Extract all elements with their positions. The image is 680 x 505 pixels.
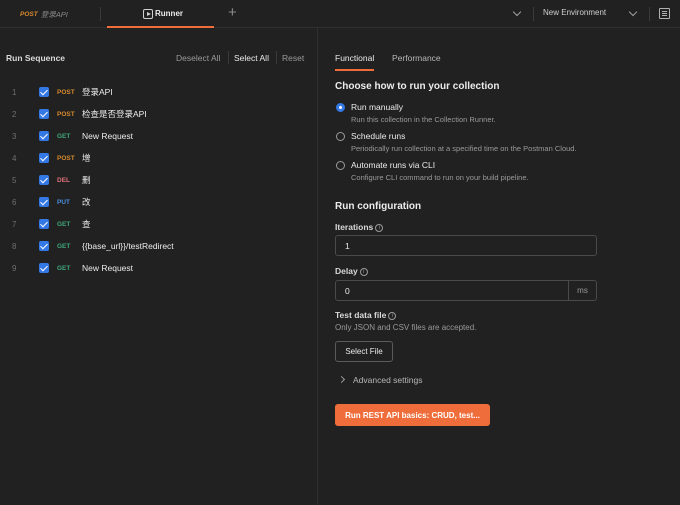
request-name: 检查是否登录API <box>82 109 147 119</box>
request-checkbox[interactable] <box>39 175 49 185</box>
request-name: New Request <box>82 131 134 141</box>
row-number: 8 <box>12 241 17 251</box>
iterations-label: Iterations i <box>335 222 384 232</box>
row-number: 4 <box>12 153 17 163</box>
info-icon[interactable]: i <box>359 267 368 276</box>
chevron-right-icon <box>337 375 346 384</box>
request-method: POST <box>57 110 75 118</box>
request-name: 查 <box>82 219 91 229</box>
request-method: GET <box>57 264 71 272</box>
request-row[interactable]: 2 POST 检查是否登录API <box>0 103 318 125</box>
request-method: POST <box>57 154 75 162</box>
row-number: 1 <box>12 87 17 97</box>
plus-icon[interactable]: + <box>228 4 237 22</box>
info-icon[interactable]: i <box>388 311 397 320</box>
request-checkbox[interactable] <box>39 219 49 229</box>
request-checkbox[interactable] <box>39 153 49 163</box>
request-method: GET <box>57 242 71 250</box>
request-row[interactable]: 6 PUT 改 <box>0 191 318 213</box>
run-configuration-heading: Run configuration <box>335 201 422 212</box>
row-number: 9 <box>12 263 17 273</box>
divider <box>276 51 277 64</box>
tab-title: 登录API <box>40 9 68 19</box>
request-checkbox[interactable] <box>39 241 49 251</box>
select-file-button[interactable]: Select File <box>335 341 393 362</box>
row-number: 3 <box>12 131 17 141</box>
run-sequence-panel: Run Sequence Deselect All Select All Res… <box>0 28 318 505</box>
schedule-runs-desc: Periodically run collection at a specifi… <box>351 144 577 153</box>
automate-cli-radio[interactable] <box>336 161 345 170</box>
tab-runner[interactable]: Runner <box>107 0 214 28</box>
tab-divider <box>100 7 101 21</box>
divider <box>649 7 650 21</box>
request-checkbox[interactable] <box>39 131 49 141</box>
request-row[interactable]: 3 GET New Request <box>0 125 318 147</box>
tab-login-api[interactable]: POST 登录API <box>0 0 100 28</box>
run-mode-heading: Choose how to run your collection <box>335 81 500 92</box>
delay-unit: ms <box>568 281 596 300</box>
request-row[interactable]: 7 GET 查 <box>0 213 318 235</box>
request-row[interactable]: 5 DEL 删 <box>0 169 318 191</box>
test-data-hint: Only JSON and CSV files are accepted. <box>335 323 477 332</box>
run-sequence-title: Run Sequence <box>6 53 66 63</box>
request-checkbox[interactable] <box>39 197 49 207</box>
iterations-input[interactable]: 1 <box>335 235 597 256</box>
run-manually-label[interactable]: Run manually <box>351 102 403 112</box>
request-method: PUT <box>57 198 70 206</box>
request-row[interactable]: 4 POST 增 <box>0 147 318 169</box>
environment-chevron-down-icon[interactable] <box>628 7 638 17</box>
request-checkbox[interactable] <box>39 87 49 97</box>
request-checkbox[interactable] <box>39 109 49 119</box>
runner-icon <box>143 9 153 19</box>
info-icon[interactable]: i <box>375 223 384 232</box>
automate-cli-desc: Configure CLI command to run on your bui… <box>351 173 529 182</box>
environment-quick-look-icon[interactable] <box>659 8 670 19</box>
request-name: 改 <box>82 197 91 207</box>
row-number: 7 <box>12 219 17 229</box>
tab-runner-label: Runner <box>155 8 183 18</box>
run-settings-panel: Functional Performance Choose how to run… <box>319 28 680 505</box>
run-manually-desc: Run this collection in the Collection Ru… <box>351 115 496 124</box>
request-method: POST <box>57 88 75 96</box>
deselect-all-button[interactable]: Deselect All <box>176 53 220 63</box>
chevron-down-icon[interactable] <box>512 7 522 17</box>
request-row[interactable]: 9 GET New Request <box>0 257 318 279</box>
schedule-runs-radio[interactable] <box>336 132 345 141</box>
request-name: {{base_url}}/testRedirect <box>82 241 174 251</box>
delay-input[interactable]: 0 ms <box>335 280 597 301</box>
automate-cli-label[interactable]: Automate runs via CLI <box>351 160 435 170</box>
advanced-settings-toggle[interactable]: Advanced settings <box>337 375 422 385</box>
request-row[interactable]: 8 GET {{base_url}}/testRedirect <box>0 235 318 257</box>
tab-bar: POST 登录API Runner + New Environment <box>0 0 680 28</box>
request-row[interactable]: 1 POST 登录API <box>0 81 318 103</box>
request-method: GET <box>57 132 71 140</box>
run-collection-button[interactable]: Run REST API basics: CRUD, test... <box>335 404 490 426</box>
tab-performance[interactable]: Performance <box>392 53 441 63</box>
select-all-button[interactable]: Select All <box>234 53 269 63</box>
reset-button[interactable]: Reset <box>282 53 304 63</box>
request-method: DEL <box>57 176 70 184</box>
request-checkbox[interactable] <box>39 263 49 273</box>
request-name: 登录API <box>82 87 113 97</box>
row-number: 6 <box>12 197 17 207</box>
row-number: 2 <box>12 109 17 119</box>
divider <box>533 7 534 21</box>
row-number: 5 <box>12 175 17 185</box>
schedule-runs-label[interactable]: Schedule runs <box>351 131 405 141</box>
request-name: 删 <box>82 175 91 185</box>
environment-select[interactable]: New Environment <box>543 8 606 17</box>
run-manually-radio[interactable] <box>336 103 345 112</box>
test-data-label: Test data file i <box>335 310 397 320</box>
request-name: 增 <box>82 153 91 163</box>
tab-method: POST <box>20 10 38 18</box>
tab-functional[interactable]: Functional <box>335 53 375 71</box>
request-name: New Request <box>82 263 134 273</box>
divider <box>228 51 229 64</box>
delay-label: Delay i <box>335 266 368 276</box>
request-method: GET <box>57 220 71 228</box>
